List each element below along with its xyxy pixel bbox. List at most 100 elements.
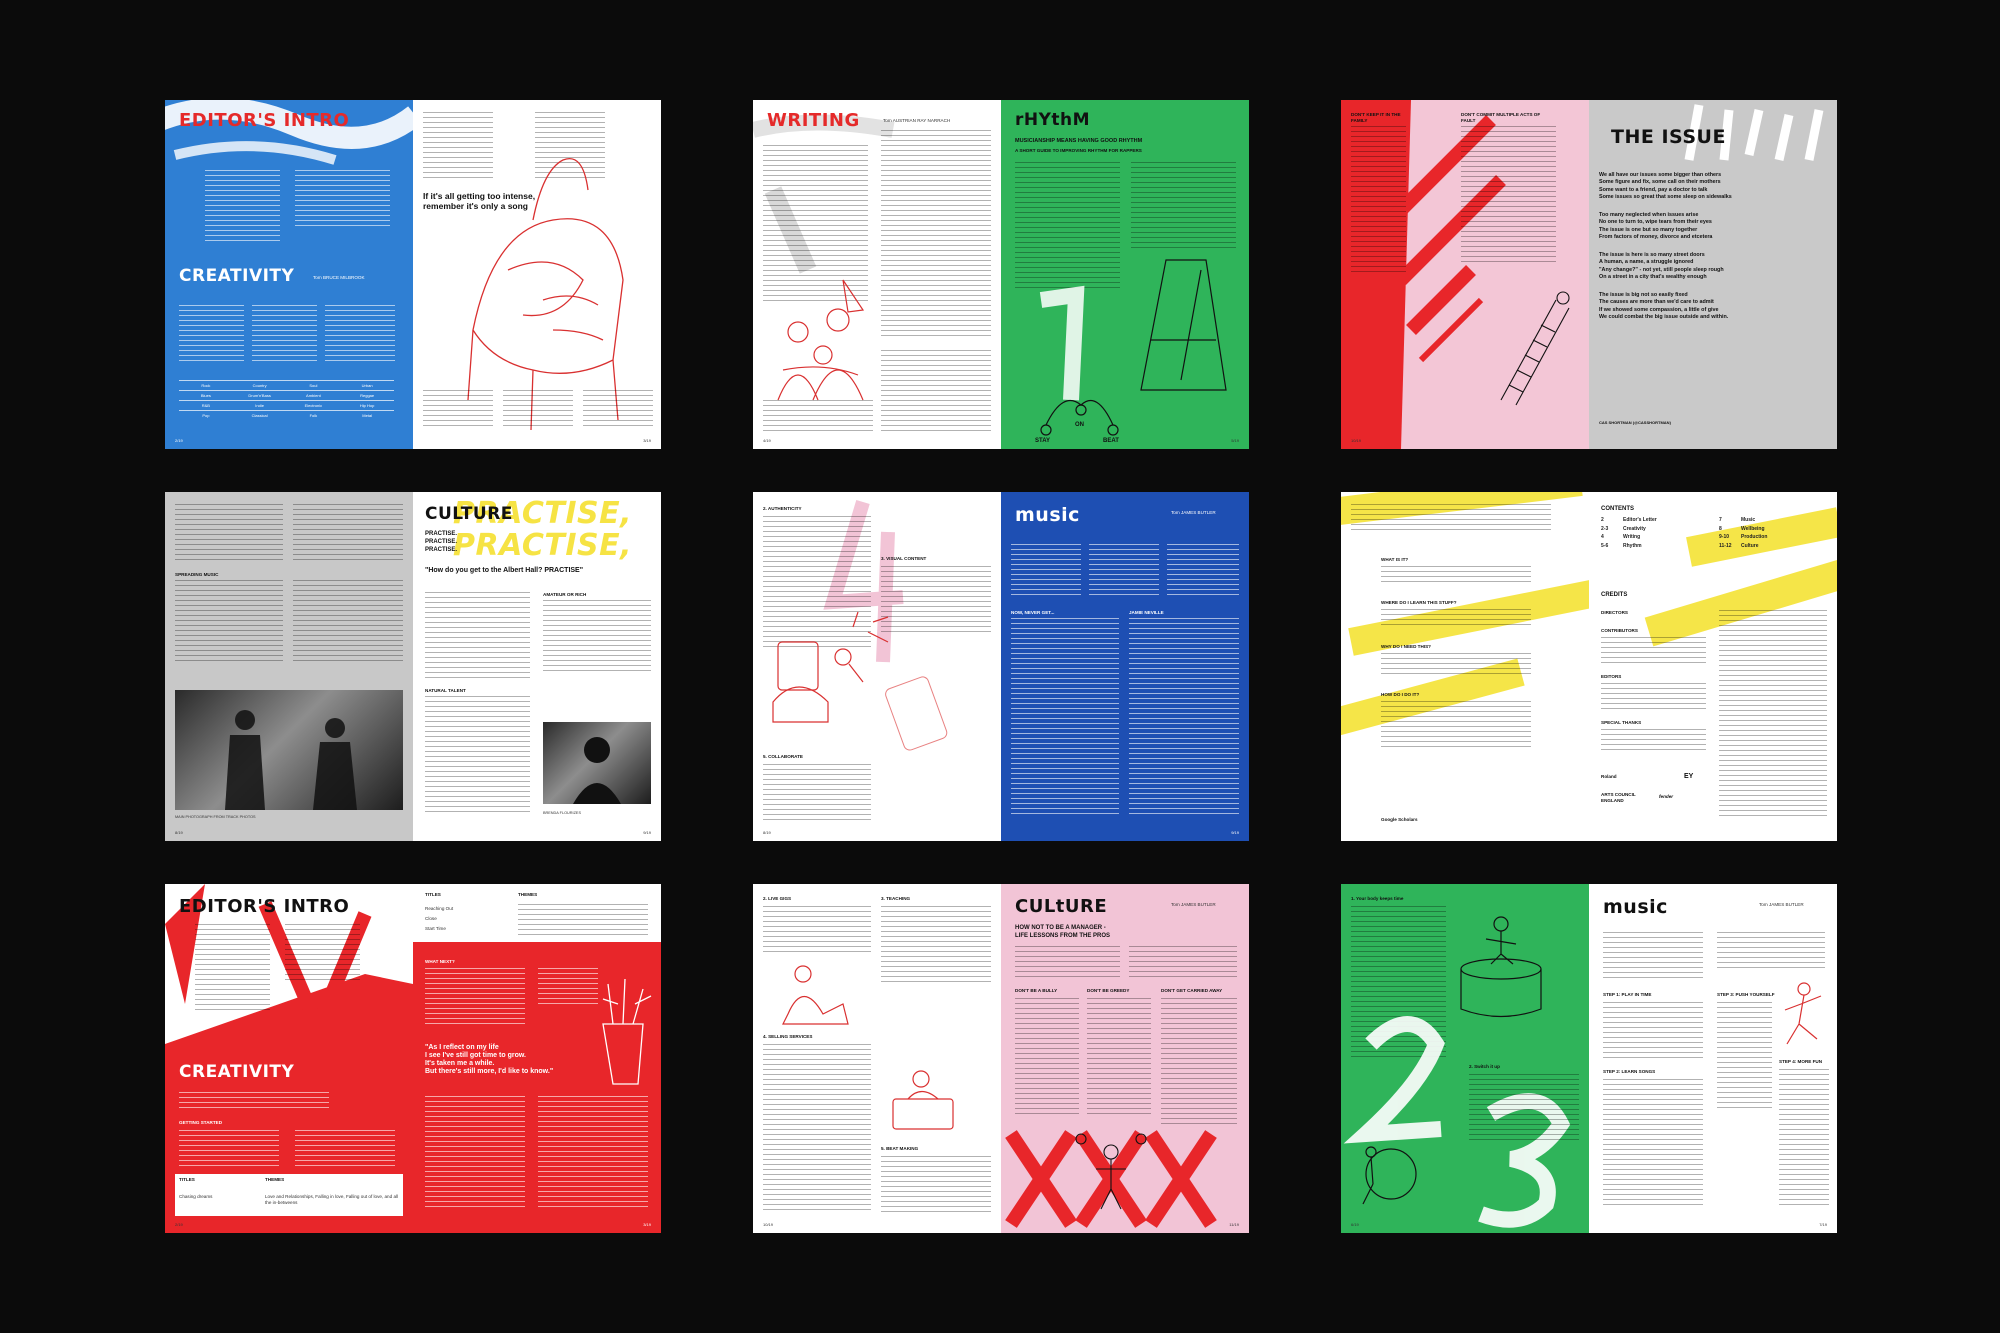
- genre-cell: Urban: [340, 380, 394, 390]
- contents-label: Editor's Letter: [1623, 517, 1657, 523]
- page-title: CULTURE: [425, 504, 513, 524]
- contents-label: Culture: [1741, 542, 1759, 549]
- body-text-col2: [543, 600, 651, 675]
- contents-page-number: 2: [1601, 517, 1604, 523]
- contents-list-right: 7 Music 8 Wellbeing 9-10 Production 11-12 Cultu…: [1719, 516, 1767, 550]
- genre-cell: Hip Hop: [340, 400, 394, 410]
- page-left: SPREADING MUSIC MAIN PHOTOGRAPH FROM TRA…: [165, 492, 413, 841]
- intro-text-col3: [1167, 544, 1239, 599]
- page-number: 9/19: [1231, 830, 1239, 835]
- step-4-head: STEP 4: MORE FUN: [1779, 1059, 1823, 1064]
- genre-cell: R&B: [179, 400, 233, 410]
- contents-item: 7 Music: [1719, 516, 1767, 525]
- numbers-drum-graphic: [1343, 916, 1571, 1228]
- page-right: music Tom JAMES BUTLER NOW, NEVER GET...…: [1001, 492, 1249, 841]
- body-text-col3: [763, 764, 871, 824]
- page-left: WRITING Tom AUSTRIAN RAY NARRACH 4/19: [753, 100, 1001, 449]
- body-text-col2: [293, 504, 403, 564]
- genre-cell: Metal: [340, 410, 394, 420]
- intro-text: [205, 170, 280, 242]
- page-title: EDITOR'S INTRO: [179, 110, 350, 131]
- intro-text-col2: [295, 170, 390, 230]
- page-number: 2/19: [175, 438, 183, 443]
- contents-page-number: 9-10: [1719, 534, 1730, 540]
- genre-cell: Ambient: [286, 390, 341, 400]
- poem-verse-2: Too many neglected when issues arise No …: [1599, 212, 1713, 240]
- genre-cell: Electronic: [286, 400, 341, 410]
- body-text-col4: [881, 1156, 991, 1214]
- logo-fender: fender: [1659, 794, 1674, 799]
- body-text-col3: [763, 1044, 871, 1214]
- body-text-col3: [175, 580, 283, 665]
- question-3: WHY DO I NEED THIS?: [1381, 644, 1431, 649]
- page-title: music: [1015, 504, 1080, 526]
- page-right: PRACTISE, PRACTISE, CULTURE PRACTISE. PR…: [413, 492, 661, 841]
- genre-cell: Drum'n'Bass: [232, 390, 287, 400]
- practise-lines: PRACTISE. PRACTISE. PRACTISE.: [425, 531, 458, 553]
- contents-label: Rhythm: [1623, 542, 1642, 549]
- page-number: 8/19: [175, 830, 183, 835]
- ladder-illustration: [1500, 291, 1570, 406]
- contents-page-number: 4: [1601, 534, 1604, 540]
- answer-2: [1381, 609, 1531, 629]
- body-text-col1: [425, 592, 530, 682]
- page-left: 2. LIVE GIGS 3. TEACHING 4. SELLING SERV…: [753, 884, 1001, 1233]
- body-text-col2: [1469, 1074, 1579, 1144]
- credits-text-1: [1601, 637, 1706, 667]
- spread-culture-manager: 2. LIVE GIGS 3. TEACHING 4. SELLING SERV…: [753, 884, 1249, 1233]
- poem-verse-4: The issue is big not so easily fixed The…: [1599, 292, 1729, 320]
- credits-text-2: [1601, 683, 1706, 713]
- body-text-col4: [538, 1096, 648, 1211]
- contents-title: CONTENTS: [1601, 506, 1634, 512]
- page-number: 3/19: [643, 1222, 651, 1227]
- page-right: If it's all getting too intense, remembe…: [413, 100, 661, 449]
- contents-list-left: 2 Editor's Letter 2-3 Creativity 4 Writing 5-6…: [1601, 516, 1657, 550]
- page-right: TITLES Reaching Out Close Start Time THE…: [413, 884, 661, 1233]
- themes-label: THEMES: [265, 1177, 285, 1182]
- intro-text-col1: [1011, 544, 1081, 599]
- genre-cell: Folk: [286, 410, 341, 420]
- photo-caption: BRENDA FLOURIZES: [543, 811, 581, 815]
- contents-label: Writing: [1623, 534, 1641, 540]
- page-number: 5/19: [1231, 438, 1239, 443]
- photo-caption: MAIN PHOTOGRAPH FROM TRACK PHOTOS: [175, 815, 256, 819]
- page-left: WHAT IS IT? WHERE DO I LEARN THIS STUFF?…: [1341, 492, 1589, 841]
- beat-label: BEAT: [1103, 438, 1119, 444]
- contents-item: 8 Wellbeing: [1719, 525, 1767, 534]
- page-number: 6/19: [1351, 1222, 1359, 1227]
- page-number: 10/19: [763, 1222, 774, 1227]
- contents-page-number: 2-3: [1601, 525, 1609, 532]
- intro-text-col2: [1089, 544, 1159, 599]
- credits-head-1: DIRECTORS: [1601, 610, 1628, 615]
- section-head-2: 2. Switch it up: [1469, 1064, 1500, 1069]
- page-number: 10/19: [1351, 438, 1362, 443]
- body-text-col2: [1129, 618, 1239, 818]
- page-number: 9/19: [643, 830, 651, 835]
- contents-item: 4 Writing: [1601, 533, 1657, 542]
- section-head-4: 5. BEAT MAKING: [881, 1146, 919, 1151]
- contents-label: Music: [1741, 517, 1756, 523]
- page-number: 2/19: [175, 1222, 183, 1227]
- body-text-col3: [763, 400, 873, 432]
- body-text-col4: [293, 580, 403, 665]
- spread-music-blue: 2. AUTHENTICITY 3. VISUAL CONTENT 5. COL…: [753, 492, 1249, 841]
- genre-cell: Pop: [179, 410, 233, 420]
- section-title: CREATIVITY: [179, 1062, 295, 1082]
- themes-value: Love and Relationships, Falling in love,…: [265, 1194, 399, 1206]
- contents-item: 2 Editor's Letter: [1601, 516, 1657, 525]
- spread-culture-practise: SPREADING MUSIC MAIN PHOTOGRAPH FROM TRA…: [165, 492, 661, 841]
- question-4: HOW DO I DO IT?: [1381, 692, 1420, 697]
- body-text-col1: [175, 504, 283, 564]
- poem-verse-3: The issue is here is so many street door…: [1599, 252, 1724, 280]
- spread-editors-intro-red: EDITOR'S INTRO CREATIVITY GETTING STARTE…: [165, 884, 661, 1233]
- page-left: 2. AUTHENTICITY 3. VISUAL CONTENT 5. COL…: [753, 492, 1001, 841]
- logo-roland: Roland: [1601, 774, 1617, 779]
- titles-themes-box: TITLES THEMES Chasing dreams Love and Re…: [175, 1174, 403, 1216]
- logo-ey: EY: [1684, 773, 1694, 780]
- section-head-3: 5. COLLABORATE: [763, 754, 803, 759]
- page-left: EDITOR'S INTRO CREATIVITY GETTING STARTE…: [165, 884, 413, 1233]
- contents-page-number: 8: [1719, 525, 1722, 532]
- byline: Tom JAMES BUTLER: [1171, 510, 1216, 515]
- bottom-text-col2: [503, 390, 573, 430]
- genre-cell: Indie: [232, 400, 287, 410]
